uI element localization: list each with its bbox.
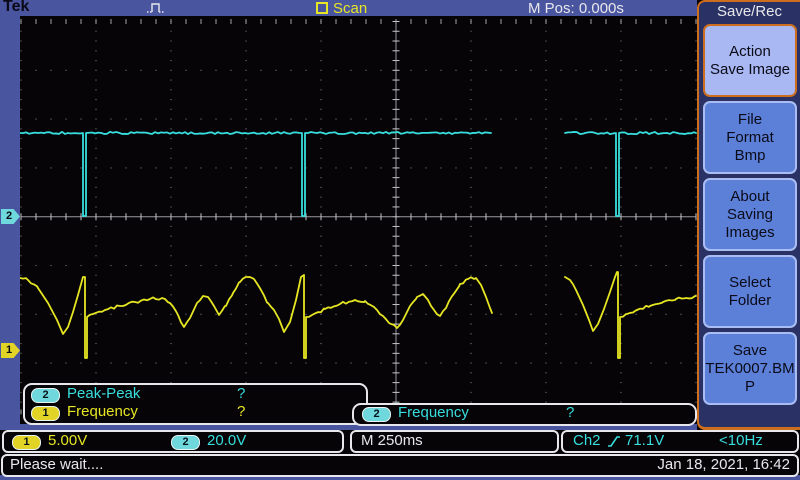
horizontal-position-readout: M Pos: 0.000s <box>528 0 624 17</box>
measurement-row: 2 Peak-Peak ? <box>25 385 366 404</box>
measurement-row: 2 Frequency ? <box>354 404 695 423</box>
trigger-level: 71.1V <box>625 432 665 449</box>
measurement-label: Frequency <box>67 403 138 420</box>
ch1-badge: 1 <box>12 435 41 450</box>
timebase-value: M 250ms <box>361 432 423 449</box>
top-bar: Tek Scan M Pos: 0.000s <box>0 0 697 17</box>
menu-button-save-file[interactable]: Save TEK0007.BMP <box>703 332 797 405</box>
tek-logo: Tek <box>3 0 30 15</box>
date-time: Jan 18, 2021, 16:42 <box>657 456 790 473</box>
ch2-badge: 2 <box>362 407 391 422</box>
waveform-display: 2 Peak-Peak ? 1 Frequency ? 2 Frequency … <box>20 16 697 426</box>
trigger-source: Ch2 <box>573 432 601 449</box>
status-message: Please wait.... <box>10 456 104 473</box>
waveform-svg <box>20 19 697 415</box>
scan-square-icon <box>316 2 328 14</box>
measurement-value: ? <box>237 403 246 420</box>
menu-button-action-save-image[interactable]: Action Save Image <box>703 24 797 97</box>
ch1-scale: 5.00V <box>48 432 88 449</box>
oscilloscope-screen: Tek Scan M Pos: 0.000s 2 1 2 Peak-Peak ? <box>0 0 800 480</box>
ch1-badge: 1 <box>31 406 60 421</box>
rising-edge-icon <box>607 435 621 448</box>
measurement-row: 1 Frequency ? <box>25 403 366 422</box>
measurement-label: Frequency <box>398 404 469 421</box>
measurement-box-2: 2 Frequency ? <box>352 403 697 426</box>
ch2-badge: 2 <box>171 435 200 450</box>
menu-title: Save/Rec <box>716 3 783 20</box>
scan-label: Scan <box>333 0 368 17</box>
channel-scale-readout: 1 5.00V 2 20.0V <box>2 430 344 453</box>
pulse-waveform-icon <box>146 1 170 15</box>
side-menu: Save/Rec Action Save Image File Format B… <box>697 0 800 430</box>
menu-buttons: Action Save Image File Format Bmp About … <box>699 22 800 405</box>
ch2-scale: 20.0V <box>207 432 247 449</box>
ch2-badge: 2 <box>31 388 60 403</box>
acquisition-mode-indicator: Scan <box>316 0 368 17</box>
measurement-value: ? <box>237 385 246 402</box>
timebase-readout: M 250ms <box>350 430 559 453</box>
menu-button-file-format[interactable]: File Format Bmp <box>703 101 797 174</box>
menu-button-select-folder[interactable]: Select Folder <box>703 255 797 328</box>
measurement-value: ? <box>566 404 575 421</box>
measurement-label: Peak-Peak <box>67 385 141 402</box>
measurement-box-1: 2 Peak-Peak ? 1 Frequency ? <box>23 383 368 425</box>
trigger-readout: Ch2 71.1V <10Hz <box>561 430 799 453</box>
status-bar: Please wait.... Jan 18, 2021, 16:42 <box>1 454 799 477</box>
menu-button-about-saving-images[interactable]: About Saving Images <box>703 178 797 251</box>
trigger-frequency: <10Hz <box>719 432 763 449</box>
